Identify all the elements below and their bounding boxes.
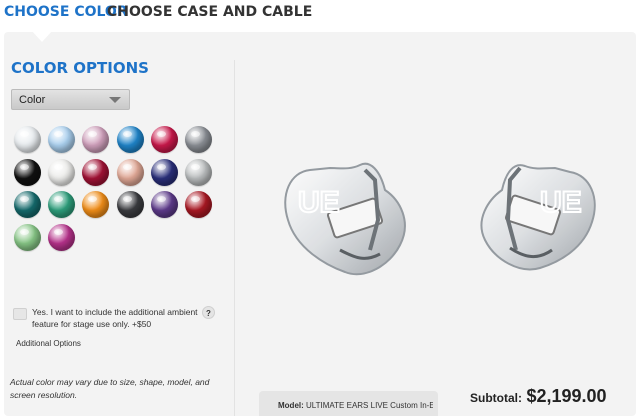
color-select[interactable]: Color — [11, 89, 130, 110]
panel-divider — [234, 60, 235, 416]
color-swatch-clear-frost[interactable] — [14, 126, 41, 153]
additional-options-link[interactable]: Additional Options — [16, 339, 81, 348]
model-summary: Model: ULTIMATE EARS LIVE Custom In-Ear … — [259, 391, 438, 416]
right-ue-logo: UE — [540, 186, 582, 219]
color-swatch-red-pink[interactable] — [150, 126, 178, 153]
left-earpiece: UE — [284, 162, 406, 276]
color-disclaimer: Actual color may vary due to size, shape… — [10, 377, 210, 400]
color-swatch-blue[interactable] — [116, 126, 144, 153]
color-swatch-charcoal[interactable] — [116, 191, 144, 219]
subtotal-label: Subtotal: — [470, 391, 522, 405]
subtotal: Subtotal: $2,199.00 — [470, 386, 607, 407]
color-select-value: Color — [19, 94, 46, 106]
color-swatch-mint-green[interactable] — [14, 224, 41, 252]
earphones-product-image: UE UE — [284, 162, 596, 276]
color-swatch-light-blue[interactable] — [48, 126, 76, 153]
color-swatch-black[interactable] — [14, 158, 41, 186]
step-tabs: CHOOSE COLOR CHOOSE CASE AND CABLE — [0, 0, 640, 32]
color-swatch-smoke-gray[interactable] — [185, 126, 212, 153]
ambient-feature-label: Yes. I want to include the additional am… — [32, 307, 198, 329]
color-swatch-peach[interactable] — [116, 158, 144, 186]
chevron-down-icon — [109, 97, 121, 103]
tab-choose-case-and-cable[interactable]: CHOOSE CASE AND CABLE — [107, 4, 312, 20]
color-swatch-navy[interactable] — [150, 158, 178, 186]
color-swatch-silver[interactable] — [185, 158, 212, 186]
active-tab-pointer — [31, 30, 53, 42]
color-options-heading: COLOR OPTIONS — [11, 59, 149, 77]
model-label: Model: — [278, 401, 304, 410]
subtotal-value: $2,199.00 — [526, 386, 607, 406]
color-swatch-purple[interactable] — [150, 191, 178, 219]
help-icon[interactable]: ? — [202, 306, 215, 319]
right-earpiece: UE — [480, 164, 596, 271]
left-ue-logo: UE — [298, 186, 340, 219]
model-value: ULTIMATE EARS LIVE Custom In-Ear Monitor… — [306, 401, 433, 410]
ambient-feature-checkbox[interactable] — [13, 308, 27, 320]
color-swatch-crimson[interactable] — [82, 158, 110, 186]
color-swatch-white-pearl[interactable] — [48, 158, 76, 186]
